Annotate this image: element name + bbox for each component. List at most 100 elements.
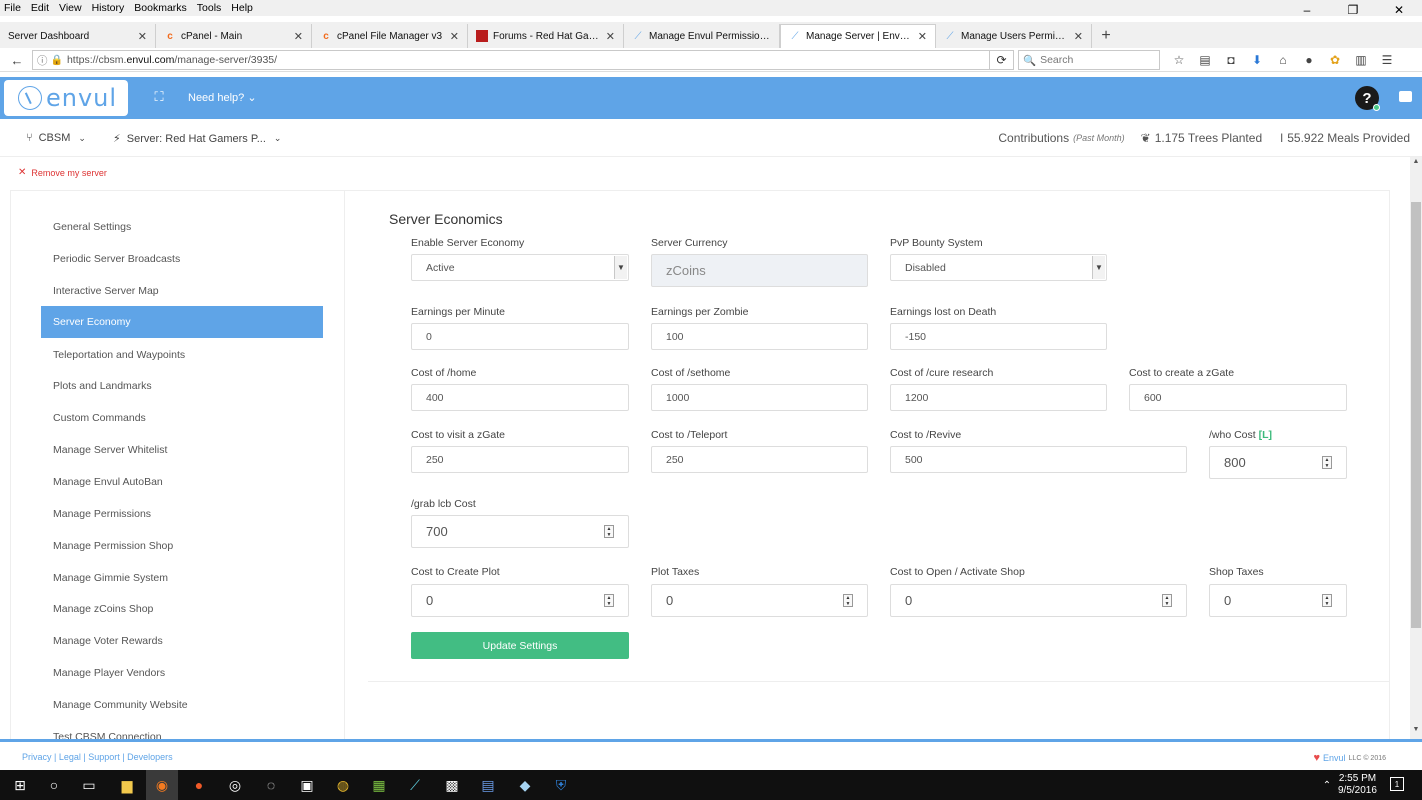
number-spinner-icon[interactable]: ▲ ▼ bbox=[1322, 594, 1332, 607]
menu-tools[interactable]: Tools bbox=[197, 2, 222, 14]
close-window-button[interactable]: ✕ bbox=[1376, 0, 1422, 20]
new-tab-button[interactable]: + bbox=[1092, 24, 1120, 48]
menu-history[interactable]: History bbox=[92, 2, 125, 14]
lost-death-input[interactable]: -150 bbox=[890, 323, 1107, 350]
cost-home-input[interactable]: 400 bbox=[411, 384, 629, 411]
sidebar-item-zcoins-shop[interactable]: Manage zCoins Shop bbox=[41, 593, 323, 625]
cbsm-dropdown[interactable]: ⑂ CBSM ⌄ bbox=[26, 132, 86, 144]
earn-minute-input[interactable]: 0 bbox=[411, 323, 629, 350]
app-icon-orange[interactable]: ● bbox=[189, 775, 209, 795]
scroll-down-icon[interactable]: ▼ bbox=[1410, 726, 1422, 738]
sidebar-item-interactive-map[interactable]: Interactive Server Map bbox=[41, 275, 323, 307]
app-icon-blue[interactable]: ◆ bbox=[515, 775, 535, 795]
pocket-icon[interactable]: ◘ bbox=[1218, 53, 1244, 67]
update-settings-button[interactable]: Update Settings bbox=[411, 632, 629, 659]
file-explorer-icon[interactable]: ▆ bbox=[117, 775, 137, 795]
tab-manage-server[interactable]: ⟋ Manage Server | Envul - Cl... ✕ bbox=[780, 24, 936, 48]
chat-bubble-icon[interactable]: ● bbox=[1296, 53, 1322, 67]
menu-help[interactable]: Help bbox=[231, 2, 253, 14]
number-spinner-icon[interactable]: ▲ ▼ bbox=[1162, 594, 1172, 607]
menu-bookmarks[interactable]: Bookmarks bbox=[134, 2, 187, 14]
number-spinner-icon[interactable]: ▲ ▼ bbox=[604, 525, 614, 538]
sidebar-item-gimmie-system[interactable]: Manage Gimmie System bbox=[41, 562, 323, 594]
menu-edit[interactable]: Edit bbox=[31, 2, 49, 14]
search-input[interactable]: 🔍 Search bbox=[1018, 50, 1160, 70]
sidebar-item-community-website[interactable]: Manage Community Website bbox=[41, 689, 323, 721]
sidebar-item-permission-shop[interactable]: Manage Permission Shop bbox=[41, 530, 323, 562]
sidebar-item-general-settings[interactable]: General Settings bbox=[41, 211, 323, 243]
minimize-button[interactable]: – bbox=[1284, 0, 1330, 20]
cost-visit-zgate-input[interactable]: 250 bbox=[411, 446, 629, 473]
who-cost-input[interactable]: 800 ▲ ▼ bbox=[1209, 446, 1347, 479]
sidebar-item-periodic-broadcasts[interactable]: Periodic Server Broadcasts bbox=[41, 243, 323, 275]
hamburger-menu-icon[interactable]: ☰ bbox=[1374, 53, 1400, 67]
close-tab-icon[interactable]: ✕ bbox=[450, 30, 459, 43]
windows-start-icon[interactable]: ⊞ bbox=[10, 775, 30, 795]
sidebar-item-plots-landmarks[interactable]: Plots and Landmarks bbox=[41, 370, 323, 402]
task-view-icon[interactable]: ▭ bbox=[79, 775, 99, 795]
extension-icon[interactable]: ✿ bbox=[1322, 53, 1348, 67]
defender-icon[interactable]: ⛨ bbox=[551, 775, 571, 795]
close-tab-icon[interactable]: ✕ bbox=[138, 30, 147, 43]
cost-create-zgate-input[interactable]: 600 bbox=[1129, 384, 1347, 411]
tab-cpanel-main[interactable]: c cPanel - Main ✕ bbox=[156, 24, 312, 48]
close-tab-icon[interactable]: ✕ bbox=[1074, 30, 1083, 43]
close-tab-icon[interactable]: ✕ bbox=[918, 30, 927, 43]
open-shop-input[interactable]: 0 ▲ ▼ bbox=[890, 584, 1187, 617]
steam-icon[interactable]: ◎ bbox=[225, 775, 245, 795]
menu-file[interactable]: File bbox=[4, 2, 21, 14]
url-bar[interactable]: ⓘ 🔒 https://cbsm. envul.com/manage-server… bbox=[32, 50, 990, 70]
back-button[interactable]: ← bbox=[6, 49, 28, 71]
sidebar-item-voter-rewards[interactable]: Manage Voter Rewards bbox=[41, 625, 323, 657]
chrome-icon[interactable]: ◍ bbox=[333, 775, 353, 795]
footer-links[interactable]: Privacy | Legal | Support | Developers bbox=[22, 752, 173, 762]
clipboard-icon[interactable]: ▥ bbox=[1348, 53, 1374, 67]
tab-forums-red-hat-gamers[interactable]: Forums - Red Hat Gamers ✕ bbox=[468, 24, 624, 48]
cost-cure-input[interactable]: 1200 bbox=[890, 384, 1107, 411]
reading-list-icon[interactable]: ▤ bbox=[1192, 53, 1218, 67]
shop-taxes-input[interactable]: 0 ▲ ▼ bbox=[1209, 584, 1347, 617]
firefox-icon[interactable]: ◉ bbox=[152, 775, 172, 795]
network-icon[interactable]: ▣ bbox=[297, 775, 317, 795]
cortana-icon[interactable]: ○ bbox=[44, 775, 64, 795]
earn-zombie-input[interactable]: 100 bbox=[651, 323, 868, 350]
game-icon[interactable]: ◌ bbox=[261, 775, 281, 795]
number-spinner-icon[interactable]: ▲ ▼ bbox=[843, 594, 853, 607]
cost-sethome-input[interactable]: 1000 bbox=[651, 384, 868, 411]
close-tab-icon[interactable]: ✕ bbox=[606, 30, 615, 43]
calculator-icon[interactable]: ▩ bbox=[442, 775, 462, 795]
scroll-up-icon[interactable]: ▲ bbox=[1410, 158, 1422, 170]
envul-app-icon[interactable]: ⟋ bbox=[405, 775, 425, 795]
home-icon[interactable]: ⌂ bbox=[1270, 53, 1296, 67]
tab-manage-users-permission[interactable]: ⟋ Manage Users Permission... ✕ bbox=[936, 24, 1092, 48]
sidebar-item-player-vendors[interactable]: Manage Player Vendors bbox=[41, 657, 323, 689]
info-icon[interactable]: ⓘ bbox=[37, 53, 48, 68]
fullscreen-icon[interactable]: ⛶ bbox=[152, 89, 166, 104]
help-button[interactable]: ? bbox=[1355, 86, 1380, 111]
bookmark-star-icon[interactable]: ☆ bbox=[1166, 53, 1192, 67]
tray-expand-icon[interactable]: ⌃ bbox=[1317, 775, 1337, 795]
tab-server-dashboard[interactable]: Server Dashboard ✕ bbox=[0, 24, 156, 48]
scrollbar-thumb[interactable] bbox=[1411, 202, 1421, 628]
sidebar-item-server-whitelist[interactable]: Manage Server Whitelist bbox=[41, 434, 323, 466]
sidebar-item-permissions[interactable]: Manage Permissions bbox=[41, 498, 323, 530]
need-help-dropdown[interactable]: Need help? ⌄ bbox=[188, 91, 257, 104]
download-icon[interactable]: ⬇ bbox=[1244, 53, 1270, 67]
menu-view[interactable]: View bbox=[59, 2, 82, 14]
remove-server-link[interactable]: ✕ Remove my server bbox=[18, 167, 107, 178]
sidebar-item-custom-commands[interactable]: Custom Commands bbox=[41, 402, 323, 434]
sidebar-item-test-connection[interactable]: Test CBSM Connection bbox=[41, 721, 323, 739]
number-spinner-icon[interactable]: ▲ ▼ bbox=[604, 594, 614, 607]
notification-center-icon[interactable]: 1 bbox=[1390, 777, 1404, 791]
remote-desktop-icon[interactable]: ▤ bbox=[478, 775, 498, 795]
tab-manage-envul-permission[interactable]: ⟋ Manage Envul Permission... bbox=[624, 24, 780, 48]
sidebar-item-server-economy[interactable]: Server Economy bbox=[41, 306, 323, 338]
server-dropdown[interactable]: ⚡ Server: Red Hat Gamers P... ⌄ bbox=[113, 132, 281, 146]
reload-icon[interactable]: ⟳ bbox=[990, 50, 1014, 70]
close-tab-icon[interactable]: ✕ bbox=[294, 30, 303, 43]
enable-economy-select[interactable]: Active ▼ bbox=[411, 254, 629, 281]
number-spinner-icon[interactable]: ▲ ▼ bbox=[1322, 456, 1332, 469]
pvp-bounty-select[interactable]: Disabled ▼ bbox=[890, 254, 1107, 281]
notepad-plus-icon[interactable]: ▦ bbox=[369, 775, 389, 795]
envul-logo[interactable]: envul bbox=[4, 80, 128, 116]
